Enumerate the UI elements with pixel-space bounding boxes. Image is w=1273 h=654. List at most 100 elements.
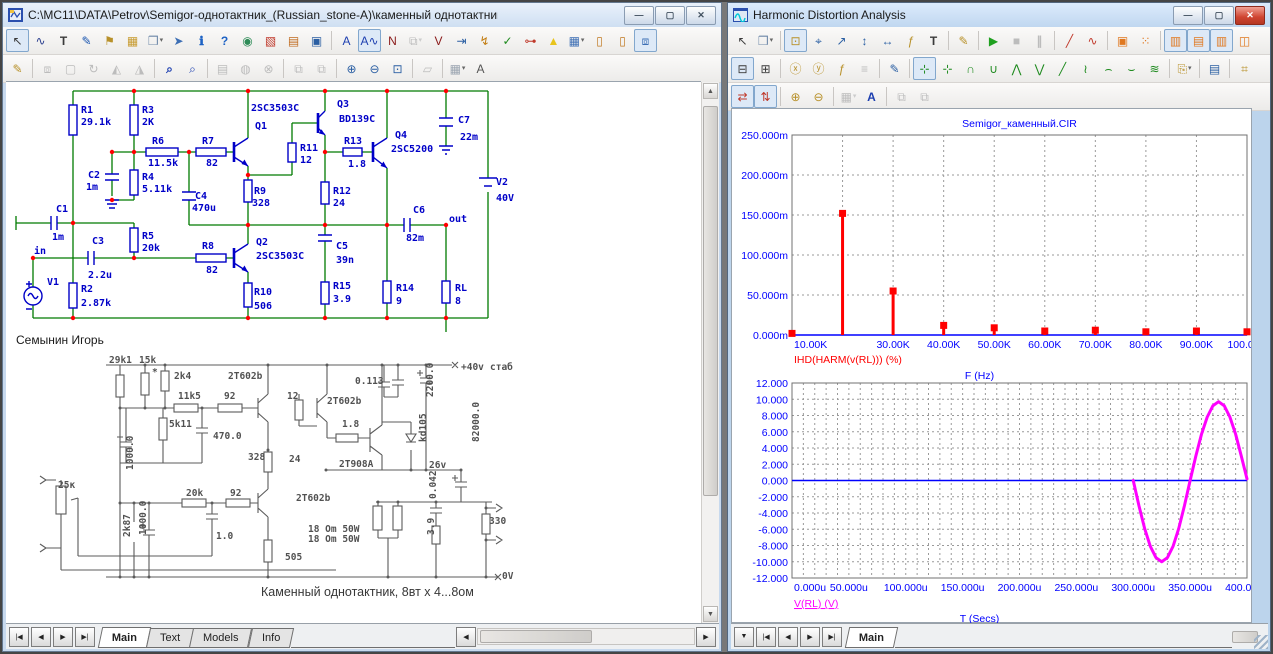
- horizontal-scroll-thumb[interactable]: [480, 630, 592, 643]
- search-list-icon[interactable]: ≡: [853, 57, 876, 80]
- schematic-drawing[interactable]: R129.1kR32KR611.5kR7822SC3503CQ1Q3BD139C…: [6, 82, 700, 622]
- show-attribute-text-icon[interactable]: A: [335, 29, 358, 52]
- show-grid-text-icon[interactable]: A∿: [358, 29, 381, 52]
- global-low-icon[interactable]: ⌣: [1120, 57, 1143, 80]
- box-select-icon[interactable]: ⧈: [36, 57, 59, 80]
- slope-icon[interactable]: ╱: [1051, 57, 1074, 80]
- nav-button[interactable]: ▶|: [75, 627, 95, 647]
- nav-button[interactable]: ▶: [800, 627, 820, 647]
- global-high-icon[interactable]: ⌢: [1097, 57, 1120, 80]
- low-icon[interactable]: ⋁: [1028, 57, 1051, 80]
- copy-to-back-icon[interactable]: ⧉: [913, 85, 936, 108]
- nav-button[interactable]: ◀: [31, 627, 51, 647]
- show-power-icon[interactable]: ↯: [473, 29, 496, 52]
- zoom-100-icon[interactable]: ⊡: [386, 57, 409, 80]
- probe-curve-icon[interactable]: ∿: [1081, 29, 1104, 52]
- auto-scale-y-icon[interactable]: ⇅: [754, 85, 777, 108]
- panel-grid-icon[interactable]: ⊞: [754, 57, 777, 80]
- show-node-numbers-icon[interactable]: N: [381, 29, 404, 52]
- plot-properties-icon[interactable]: ✎: [883, 57, 906, 80]
- zoom-in-icon[interactable]: ⊕: [784, 85, 807, 108]
- zoom-in-icon[interactable]: ⊕: [340, 57, 363, 80]
- properties-icon[interactable]: ✎: [952, 29, 975, 52]
- split-text-icon[interactable]: ▤: [282, 29, 305, 52]
- numeric-output-icon[interactable]: ▤: [1203, 57, 1226, 80]
- nav-button[interactable]: |◀: [756, 627, 776, 647]
- x-axis-search-icon[interactable]: ⓧ: [784, 57, 807, 80]
- maximize-button[interactable]: ▢: [655, 6, 685, 25]
- text-mode-icon[interactable]: T: [52, 29, 75, 52]
- inflection-icon[interactable]: ≀: [1074, 57, 1097, 80]
- formula-text-mode-icon[interactable]: ƒ: [899, 29, 922, 52]
- show-pin-connections-icon[interactable]: ⊶: [519, 29, 542, 52]
- show-warning-icon[interactable]: ▲: [542, 29, 565, 52]
- font-icon[interactable]: A: [469, 57, 492, 80]
- vertical-tag-mode-icon[interactable]: ↕: [853, 29, 876, 52]
- show-stack-icon[interactable]: ⧉▾: [404, 29, 427, 52]
- component-mode-icon[interactable]: ❒▾: [144, 29, 167, 52]
- point-tag-mode-icon[interactable]: ↗: [830, 29, 853, 52]
- page-tab-main[interactable]: Main: [98, 627, 152, 648]
- schematic-window-titlebar[interactable]: C:\MC11\DATA\Petrov\Semigor-однотактник_…: [3, 3, 721, 27]
- select-cursor-icon[interactable]: ↖: [6, 29, 29, 52]
- plot-separate-icon[interactable]: ▥: [1210, 29, 1233, 52]
- zoom-out-icon[interactable]: ⊖: [807, 85, 830, 108]
- copy-to-front-icon[interactable]: ⧉: [890, 85, 913, 108]
- grid-icon[interactable]: ▦▾: [565, 29, 588, 52]
- select-plot-icon[interactable]: ▣: [1111, 29, 1134, 52]
- peak-icon[interactable]: ∩: [959, 57, 982, 80]
- nav-button[interactable]: ▶: [53, 627, 73, 647]
- run-icon[interactable]: ▶: [982, 29, 1005, 52]
- rotate-icon[interactable]: ↻: [82, 57, 105, 80]
- fx-search-icon[interactable]: ƒ: [830, 57, 853, 80]
- bring-to-front-icon[interactable]: ⧉: [287, 57, 310, 80]
- text-mode-icon[interactable]: T: [922, 29, 945, 52]
- clipboard-icon[interactable]: ⎘▾: [1173, 57, 1196, 80]
- last-error-icon[interactable]: ◍: [234, 57, 257, 80]
- next-simulation-point-icon[interactable]: ⊹: [936, 57, 959, 80]
- vertical-scrollbar[interactable]: ▲ ▼: [701, 82, 719, 623]
- clear-errors-icon[interactable]: ⊗: [257, 57, 280, 80]
- scroll-down-button[interactable]: ▼: [703, 606, 718, 622]
- font-icon[interactable]: A: [860, 85, 883, 108]
- minimize-button[interactable]: —: [624, 6, 654, 25]
- page-tab-models[interactable]: Models: [189, 628, 253, 648]
- schematic-canvas[interactable]: R129.1kR32KR611.5kR7822SC3503CQ1Q3BD139C…: [6, 81, 701, 624]
- analysis-plots[interactable]: Semigor_каменный.CIR250.000m200.000m150.…: [732, 111, 1251, 624]
- enable-region-icon[interactable]: ▧: [259, 29, 282, 52]
- y-axis-search-icon[interactable]: ⓨ: [807, 57, 830, 80]
- changed-models-icon[interactable]: ▤: [211, 57, 234, 80]
- zoom-out-icon[interactable]: ⊖: [363, 57, 386, 80]
- text-area-icon[interactable]: ▯: [611, 29, 634, 52]
- flag-mode-icon[interactable]: ⚑: [98, 29, 121, 52]
- horizontal-scrollbar[interactable]: [477, 628, 695, 645]
- stop-icon[interactable]: ■: [1005, 29, 1028, 52]
- panel-single-icon[interactable]: ⊟: [731, 57, 754, 80]
- auto-scale-x-icon[interactable]: ⇄: [731, 85, 754, 108]
- close-button[interactable]: ✕: [1235, 6, 1265, 25]
- find-icon[interactable]: ⌕: [158, 57, 181, 80]
- nav-button[interactable]: ▼: [734, 627, 754, 647]
- page-tab-text[interactable]: Text: [146, 628, 194, 648]
- animate-curve-icon[interactable]: ╱: [1058, 29, 1081, 52]
- graphics-mode-icon[interactable]: ✎: [75, 29, 98, 52]
- cursor-mode-icon[interactable]: ⌖: [807, 29, 830, 52]
- grid-snap-icon[interactable]: ▦▾: [446, 57, 469, 80]
- send-to-back-icon[interactable]: ⧉: [310, 57, 333, 80]
- show-condition-icon[interactable]: ✓: [496, 29, 519, 52]
- data-points-icon[interactable]: ⁙: [1134, 29, 1157, 52]
- show-current-icon[interactable]: ⇥: [450, 29, 473, 52]
- find-repeat-icon[interactable]: ⌕: [181, 57, 204, 80]
- info-icon[interactable]: ℹ: [190, 29, 213, 52]
- nav-button[interactable]: ▶|: [822, 627, 842, 647]
- envelope-icon[interactable]: ≋: [1143, 57, 1166, 80]
- vertical-scroll-thumb[interactable]: [703, 106, 718, 496]
- scale-mode-icon[interactable]: ⊡: [784, 29, 807, 52]
- analysis-plot-panel[interactable]: Semigor_каменный.CIR250.000m200.000m150.…: [731, 108, 1252, 623]
- component-mode-icon[interactable]: ❒▾: [754, 29, 777, 52]
- plot-overlay-icon[interactable]: ◫: [1233, 29, 1256, 52]
- attributes-dialog-icon[interactable]: ✎: [6, 57, 29, 80]
- minimize-button[interactable]: —: [1173, 6, 1203, 25]
- hscroll-left-button[interactable]: ◀: [456, 627, 476, 647]
- point-to-end-paths-icon[interactable]: ◉: [236, 29, 259, 52]
